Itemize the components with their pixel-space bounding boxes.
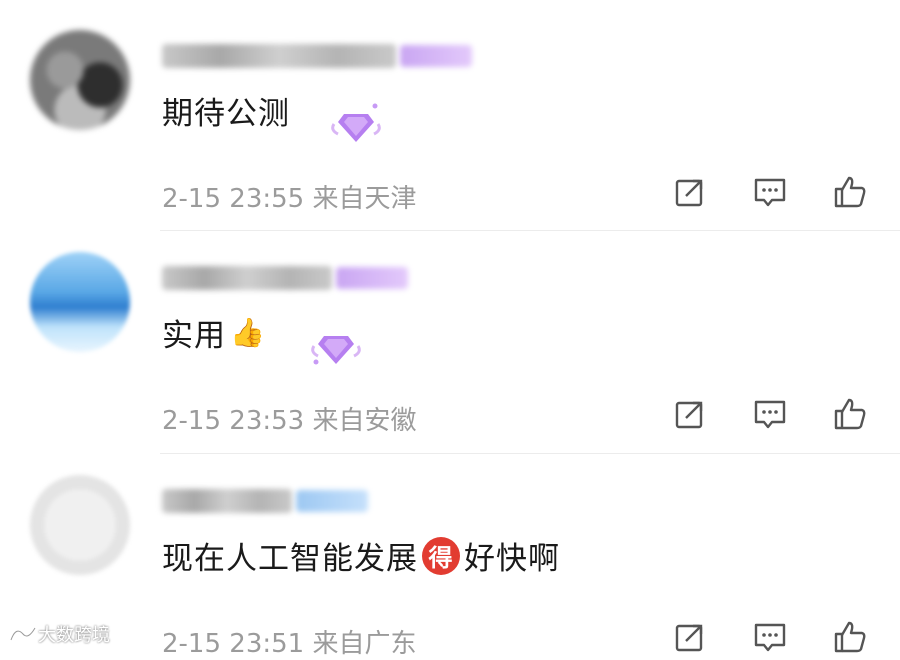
comment-meta: 2-15 23:51 来自广东 (162, 629, 417, 659)
avatar[interactable] (30, 252, 130, 352)
de-character-badge: 得 (422, 536, 460, 575)
reply-button[interactable] (752, 172, 832, 212)
comment-meta: 2-15 23:53 来自安徽 (162, 406, 417, 436)
comment-text-part: 现在人工智能发展 (162, 541, 418, 577)
comment-text-row: 现在人工智能发展 得 好快啊 (162, 533, 560, 578)
like-icon (834, 176, 866, 208)
like-icon (834, 398, 866, 430)
share-icon (675, 179, 703, 207)
diamond-medal-icon (331, 103, 381, 142)
comment-icon (754, 623, 786, 652)
avatar[interactable] (30, 30, 130, 130)
comment-icon (754, 178, 786, 207)
comment-text-part: 好快啊 (464, 541, 560, 577)
comment-meta: 2-15 23:55 来自天津 (162, 184, 417, 214)
like-icon (834, 621, 866, 653)
watermark-logo-icon (9, 627, 37, 641)
watermark: 大数跨境 (8, 621, 110, 647)
watermark-text: 大数跨境 (38, 625, 110, 646)
comment-text-row: 实用 👍 (162, 310, 266, 355)
comment-actions (672, 172, 900, 212)
comment-actions (672, 394, 900, 434)
username-row[interactable] (162, 260, 408, 296)
username-blurred[interactable] (162, 44, 396, 68)
thumbs-up-emoji: 👍 (230, 316, 266, 349)
divider (160, 230, 900, 231)
divider (160, 453, 900, 454)
diamond-medal-icon (311, 336, 361, 365)
user-badge (296, 490, 368, 512)
user-badge (336, 267, 408, 289)
comment-text: 期待公测 (162, 96, 290, 132)
avatar[interactable] (30, 475, 130, 575)
share-icon (675, 401, 703, 429)
username-row[interactable] (162, 483, 368, 519)
username-blurred[interactable] (162, 266, 332, 290)
share-icon (675, 624, 703, 652)
like-button[interactable] (832, 172, 900, 212)
share-button[interactable] (672, 172, 752, 212)
share-button[interactable] (672, 617, 752, 657)
comment-text: 实用 (162, 318, 226, 354)
reply-button[interactable] (752, 394, 832, 434)
like-button[interactable] (832, 394, 900, 434)
share-button[interactable] (672, 394, 752, 434)
comment-text-row: 期待公测 (162, 88, 290, 133)
comment-actions (672, 617, 900, 657)
user-badge (400, 45, 472, 67)
reply-button[interactable] (752, 617, 832, 657)
username-row[interactable] (162, 38, 472, 74)
like-button[interactable] (832, 617, 900, 657)
username-blurred[interactable] (162, 489, 292, 513)
comment-icon (754, 400, 786, 429)
